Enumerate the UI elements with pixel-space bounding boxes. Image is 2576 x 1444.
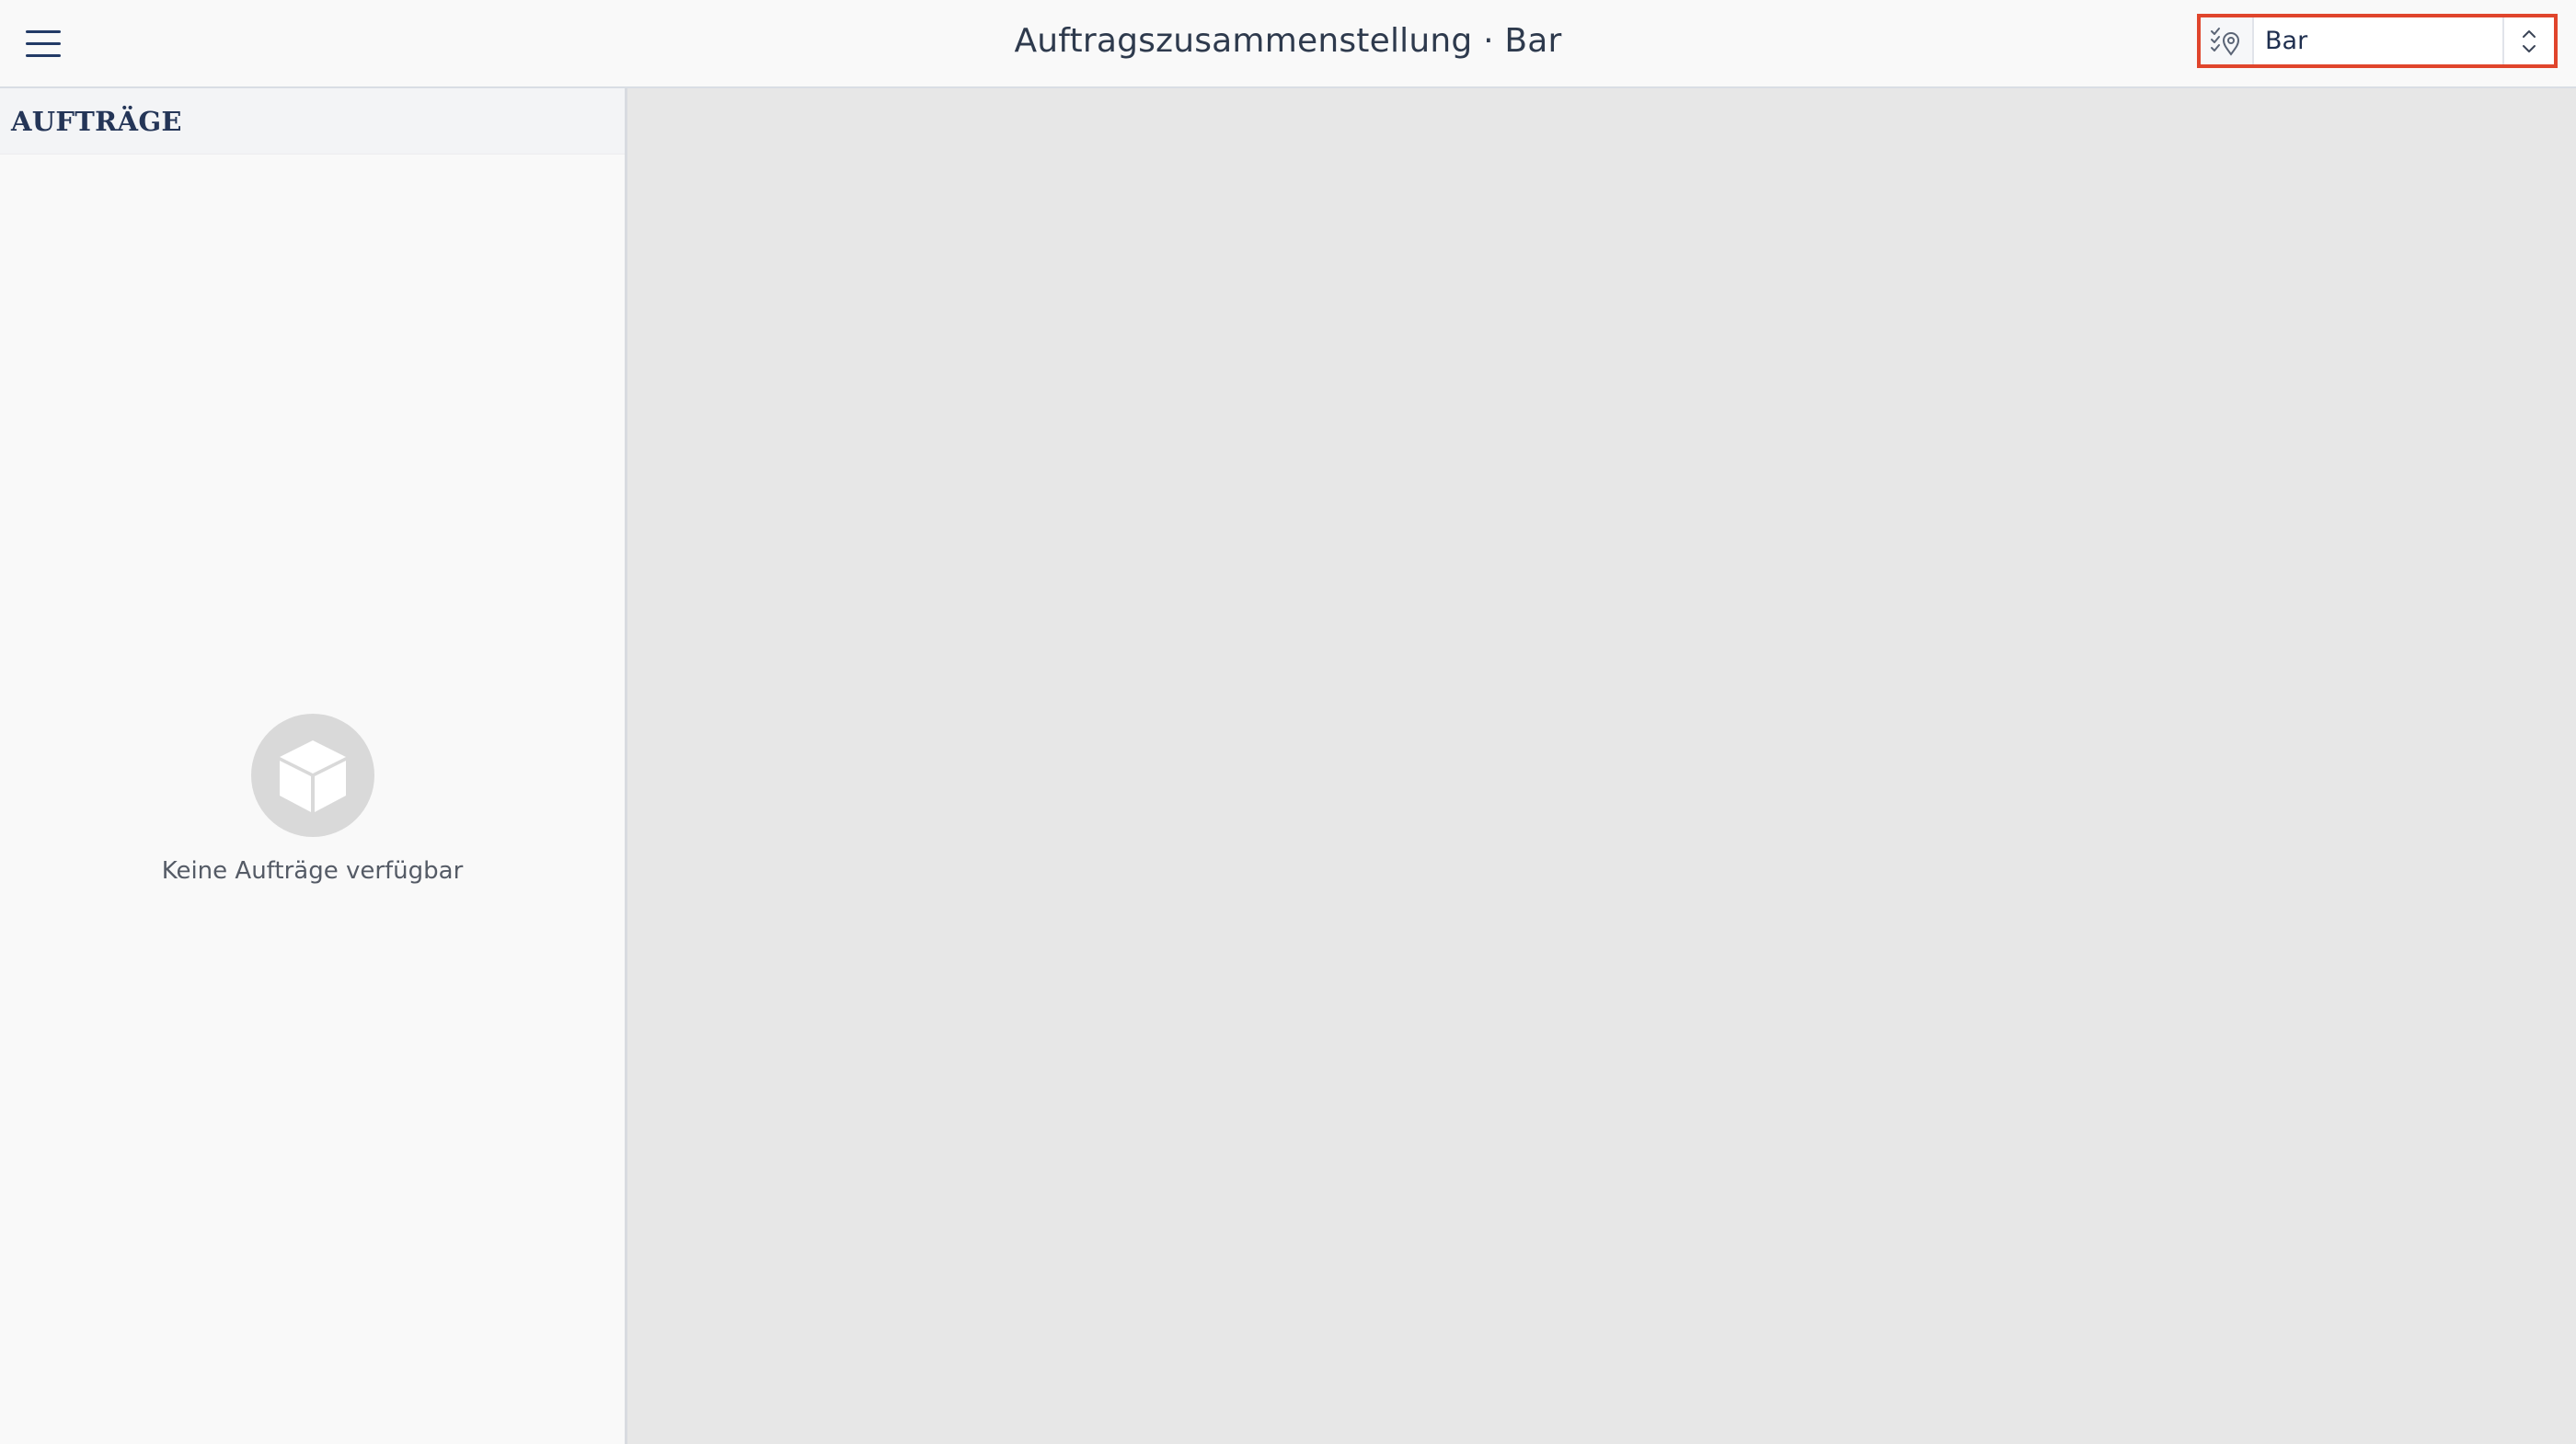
cube-icon bbox=[250, 714, 374, 837]
main-content-area bbox=[627, 88, 2576, 1444]
orders-heading: AUFTRÄGE bbox=[0, 88, 625, 155]
chevron-down-icon bbox=[2523, 44, 2536, 52]
chevron-up-icon bbox=[2523, 29, 2536, 38]
empty-state-message: Keine Aufträge verfügbar bbox=[161, 857, 464, 885]
orders-sidebar: AUFTRÄGE Keine Aufträge verfügbar bbox=[0, 88, 627, 1444]
location-check-icon bbox=[2201, 17, 2254, 64]
location-select[interactable]: Bar bbox=[2197, 14, 2558, 68]
location-select-value: Bar bbox=[2265, 27, 2308, 55]
select-stepper[interactable] bbox=[2502, 17, 2554, 64]
empty-state: Keine Aufträge verfügbar bbox=[0, 714, 625, 885]
page-title: Auftragszusammenstellung · Bar bbox=[1014, 22, 1562, 60]
top-bar: Auftragszusammenstellung · Bar Bar bbox=[0, 0, 2576, 88]
